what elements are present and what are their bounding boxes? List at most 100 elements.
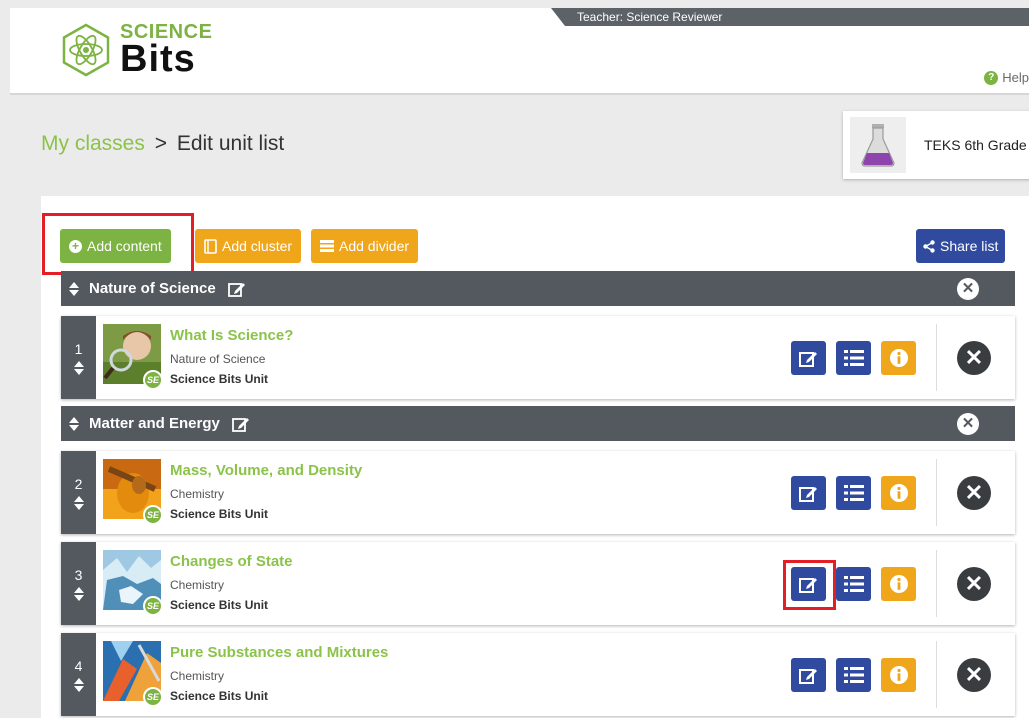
edit-icon: [798, 669, 817, 684]
share-icon: [923, 239, 935, 253]
divider-bar[interactable]: Nature of Science ✕: [61, 271, 1015, 306]
unit-type: Science Bits Unit: [170, 507, 269, 521]
table-icon: [320, 240, 334, 252]
unit-subject: Chemistry: [170, 487, 225, 501]
breadcrumb-separator: >: [154, 132, 167, 155]
unit-card: 2 SE Mass, Volume, and Density Chemistry…: [61, 451, 1015, 534]
unit-subject: Chemistry: [170, 578, 225, 592]
course-thumbnail: [850, 117, 906, 173]
divider-title: Matter and Energy: [89, 415, 220, 432]
add-cluster-label: Add cluster: [222, 238, 293, 254]
sort-arrows-icon[interactable]: [69, 416, 79, 431]
unit-drag-handle[interactable]: 3: [61, 542, 96, 625]
edit-unit-button[interactable]: [791, 341, 826, 375]
sort-arrows-icon: [73, 586, 84, 601]
action-separator: [936, 459, 937, 526]
unit-contents-button[interactable]: [836, 476, 871, 510]
unit-number: 4: [74, 657, 83, 674]
unit-number: 2: [74, 475, 83, 492]
list-icon: [843, 667, 864, 683]
unit-info-button[interactable]: [881, 476, 916, 510]
divider-bar[interactable]: Matter and Energy ✕: [61, 406, 1015, 441]
unit-type: Science Bits Unit: [170, 372, 269, 386]
unit-contents-button[interactable]: [836, 658, 871, 692]
share-list-label: Share list: [940, 238, 999, 254]
unit-title-link[interactable]: Pure Substances and Mixtures: [170, 644, 388, 661]
unit-contents-button[interactable]: [836, 341, 871, 375]
unit-number: 3: [74, 566, 83, 583]
unit-contents-button[interactable]: [836, 567, 871, 601]
info-icon: [889, 349, 908, 367]
unit-title-link[interactable]: What Is Science?: [170, 327, 293, 344]
edit-unit-button[interactable]: [791, 476, 826, 510]
unit-title-link[interactable]: Mass, Volume, and Density: [170, 462, 362, 479]
add-divider-label: Add divider: [339, 238, 410, 254]
sort-arrows-icon[interactable]: [69, 281, 79, 296]
unit-title-link[interactable]: Changes of State: [170, 553, 293, 570]
action-separator: [936, 641, 937, 708]
divider-title: Nature of Science: [89, 280, 216, 297]
help-link[interactable]: ? Help: [984, 70, 1029, 85]
remove-unit-icon[interactable]: ✕: [957, 341, 991, 375]
remove-divider-icon[interactable]: ✕: [957, 278, 979, 300]
unit-list-panel: + Add content Add cluster Add divider Sh…: [41, 196, 1029, 718]
flask-icon: [861, 124, 895, 167]
list-icon: [843, 576, 864, 592]
unit-info-button[interactable]: [881, 658, 916, 692]
remove-unit-icon[interactable]: ✕: [957, 567, 991, 601]
science-bits-logo[interactable]: SCIENCE Bits: [58, 22, 212, 78]
atom-hexagon-icon: [62, 23, 110, 77]
info-icon: [889, 575, 908, 593]
unit-card: 3 SE Changes of State Chemistry Science …: [61, 542, 1015, 625]
unit-type: Science Bits Unit: [170, 689, 269, 703]
edit-icon[interactable]: [227, 280, 246, 298]
unit-card: 1 SE What Is Science? Nature of Science …: [61, 316, 1015, 399]
highlight-edit-unit: [783, 560, 836, 610]
list-icon: [843, 350, 864, 366]
breadcrumb-my-classes-link[interactable]: My classes: [41, 132, 145, 155]
question-icon: ?: [984, 70, 999, 85]
edit-icon[interactable]: [231, 415, 250, 433]
unit-subject: Chemistry: [170, 669, 225, 683]
page-title: Edit unit list: [176, 132, 285, 155]
app-frame: Teacher: Science Reviewer SCIENCE Bits ?…: [0, 0, 1029, 718]
unit-info-button[interactable]: [881, 567, 916, 601]
remove-divider-icon[interactable]: ✕: [957, 413, 979, 435]
logo-bits-text: Bits: [120, 38, 196, 80]
se-badge: SE: [143, 687, 163, 707]
info-icon: [889, 666, 908, 684]
teacher-label[interactable]: Teacher: Science Reviewer: [551, 8, 1029, 26]
action-separator: [936, 550, 937, 617]
unit-drag-handle[interactable]: 2: [61, 451, 96, 534]
book-icon: [204, 238, 217, 254]
highlight-add-content: [42, 213, 194, 275]
action-separator: [936, 324, 937, 391]
unit-drag-handle[interactable]: 4: [61, 633, 96, 716]
list-icon: [843, 485, 864, 501]
sort-arrows-icon: [73, 495, 84, 510]
unit-info-button[interactable]: [881, 341, 916, 375]
se-badge: SE: [143, 370, 163, 390]
remove-unit-icon[interactable]: ✕: [957, 476, 991, 510]
add-cluster-button[interactable]: Add cluster: [195, 229, 302, 263]
unit-drag-handle[interactable]: 1: [61, 316, 96, 399]
site-header: Teacher: Science Reviewer SCIENCE Bits ?…: [10, 8, 1029, 95]
course-title: TEKS 6th Grade A: [924, 137, 1029, 153]
breadcrumb: My classes > Edit unit list: [41, 132, 284, 156]
info-icon: [889, 484, 908, 502]
se-badge: SE: [143, 596, 163, 616]
edit-icon: [798, 352, 817, 367]
unit-subject: Nature of Science: [170, 352, 266, 366]
share-list-button[interactable]: Share list: [916, 229, 1006, 263]
unit-card: 4 SE Pure Substances and Mixtures Chemis…: [61, 633, 1015, 716]
remove-unit-icon[interactable]: ✕: [957, 658, 991, 692]
edit-unit-button[interactable]: [791, 658, 826, 692]
add-divider-button[interactable]: Add divider: [311, 229, 419, 263]
se-badge: SE: [143, 505, 163, 525]
course-card[interactable]: TEKS 6th Grade A: [843, 111, 1029, 179]
sort-arrows-icon: [73, 677, 84, 692]
edit-icon: [798, 487, 817, 502]
sort-arrows-icon: [73, 360, 84, 375]
unit-type: Science Bits Unit: [170, 598, 269, 612]
help-label: Help: [1002, 70, 1029, 85]
